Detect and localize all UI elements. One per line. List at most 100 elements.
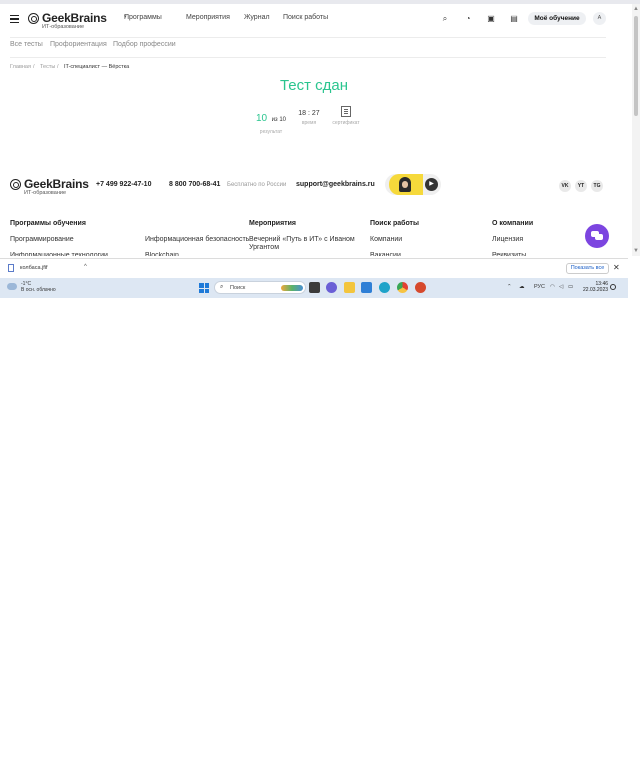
messages-icon[interactable]: ▤ (509, 14, 519, 24)
time-label: время (301, 120, 317, 126)
my-learning-button[interactable]: Моё обучение (528, 12, 586, 25)
youtube-icon[interactable]: YT (575, 180, 587, 192)
breadcrumb-tests[interactable]: Тесты (40, 64, 55, 70)
subnav-divider (10, 57, 606, 58)
taskbar-search[interactable]: ⌕ Поиск (214, 281, 306, 294)
tray-expand-icon[interactable]: ⌃ (507, 284, 512, 290)
footer-logo-subtitle: ИТ-образование (24, 190, 67, 196)
footer-phone-2[interactable]: 8 800 700-68-41 (169, 181, 220, 188)
search-icon: ⌕ (220, 284, 224, 290)
speaker-icon[interactable]: ◁ (559, 284, 563, 290)
footer-jobs-heading: Поиск работы (370, 220, 419, 227)
certificate-label: сертификат (332, 120, 360, 126)
nav-events[interactable]: Мероприятия (186, 14, 230, 21)
onedrive-icon[interactable]: ☁ (519, 284, 525, 290)
play-icon[interactable]: ▶ (425, 178, 438, 191)
taskbar-search-placeholder: Поиск (230, 284, 246, 291)
chevron-up-icon[interactable]: ^ (84, 264, 87, 270)
search-highlight-icon (281, 285, 303, 291)
footer-email[interactable]: support@geekbrains.ru (296, 181, 375, 188)
footer-link-programming[interactable]: Программирование (10, 236, 74, 243)
search-icon[interactable]: ⌕ (440, 14, 450, 24)
footer-link-requisites[interactable]: Реквизиты (492, 252, 526, 256)
breadcrumb-home[interactable]: Главная (10, 64, 31, 70)
bell-icon[interactable]: ◔ (463, 14, 473, 24)
footer-link-it[interactable]: Информационные технологии (10, 252, 108, 256)
subnav-career-guidance[interactable]: Профориентация (50, 41, 107, 48)
clock-date: 22.03.2023 (583, 287, 609, 293)
footer-logo-name: GeekBrains (24, 177, 89, 191)
download-bar: колбаса.jfif ^ Показать все ✕ (0, 258, 628, 277)
download-file-name[interactable]: колбаса.jfif (20, 265, 48, 271)
cloud-icon[interactable] (7, 283, 17, 290)
footer-events-heading: Мероприятия (249, 220, 296, 227)
logo-name: GeekBrains (42, 11, 107, 25)
logo-subtitle: ИТ-образование (42, 24, 85, 30)
weather-text: В осн. облачно (21, 287, 56, 293)
footer-link-infosec[interactable]: Информационная безопасность (145, 236, 249, 243)
footer-link-companies[interactable]: Компании (370, 236, 402, 243)
score-label: результат (259, 129, 283, 135)
certificate-stat[interactable]: сертификат (330, 106, 362, 126)
file-icon (8, 264, 14, 272)
windows-taskbar: -1°C В осн. облачно ⌕ Поиск ⌃ ☁ РУС ◠ ◁ … (0, 278, 628, 298)
vk-icon[interactable]: VK (559, 180, 571, 192)
footer-company-heading: О компании (492, 220, 534, 227)
avatar[interactable]: А (593, 12, 606, 25)
subnav-all-tests[interactable]: Все тесты (10, 41, 43, 48)
chevron-down-icon: ▾ (124, 14, 127, 20)
video-promo[interactable]: ▶ (385, 174, 441, 195)
calendar-icon[interactable]: ▣ (486, 14, 496, 24)
scroll-thumb[interactable] (634, 16, 638, 116)
menu-icon[interactable] (10, 15, 19, 23)
footer-link-event-1-cont[interactable]: Ургантом (249, 244, 279, 251)
chat-icon[interactable] (585, 224, 609, 248)
footer-link-blockchain[interactable]: Blockchain (145, 252, 179, 256)
footer-link-license[interactable]: Лицензия (492, 236, 523, 243)
chrome-icon[interactable] (397, 282, 408, 293)
site-header: GeekBrains ИТ-образование Программы ▾ Ме… (0, 6, 628, 38)
footer-phone-note: Бесплатно по России (227, 182, 287, 188)
video-thumbnail-person (399, 177, 411, 192)
wifi-icon[interactable]: ◠ (550, 284, 555, 290)
breadcrumb-current: IT-специалист — Вёрстка (64, 64, 130, 70)
geekbrains-logo-icon (10, 179, 21, 190)
footer-programs-heading: Программы обучения (10, 220, 86, 227)
time-stat: 18 : 27 время (296, 110, 322, 126)
battery-icon[interactable]: ▭ (568, 284, 573, 290)
show-all-downloads-button[interactable]: Показать все (566, 263, 609, 274)
page-scrollbar[interactable]: ▲ ▼ (632, 4, 640, 256)
browser-top-edge (0, 0, 640, 4)
telegram-icon[interactable]: TG (591, 180, 603, 192)
nav-journal[interactable]: Журнал (244, 14, 270, 21)
footer-link-vacancies[interactable]: Вакансии (370, 252, 401, 256)
weather-widget[interactable]: -1°C В осн. облачно (21, 281, 56, 293)
score-total: из 10 (271, 117, 287, 123)
edge-icon[interactable] (379, 282, 390, 293)
mail-icon[interactable] (361, 282, 372, 293)
file-explorer-icon[interactable] (344, 282, 355, 293)
subnav-profession-match[interactable]: Подбор профессии (113, 41, 176, 48)
chat-app-icon[interactable] (326, 282, 337, 293)
powerpoint-icon[interactable] (415, 282, 426, 293)
breadcrumb-separator: / (33, 64, 35, 70)
geekbrains-logo-icon (28, 13, 39, 24)
score-stat: 10 из 10 результат (254, 108, 288, 135)
language-indicator[interactable]: РУС (534, 284, 545, 290)
footer-phone-1[interactable]: +7 499 922-47-10 (96, 181, 151, 188)
certificate-icon (341, 106, 351, 117)
header-divider (10, 37, 606, 38)
taskbar-clock[interactable]: 13:46 22.03.2023 (583, 281, 608, 293)
footer-link-event-1[interactable]: Вечерний «Путь в ИТ» с Иваном (249, 236, 355, 243)
notification-icon[interactable] (610, 284, 616, 290)
breadcrumb-separator: / (57, 64, 59, 70)
task-view-icon[interactable] (309, 282, 320, 293)
nav-job-search[interactable]: Поиск работы (283, 14, 328, 21)
windows-start-icon[interactable] (199, 283, 209, 293)
scroll-up-icon[interactable]: ▲ (633, 6, 639, 12)
scroll-down-icon[interactable]: ▼ (633, 248, 639, 254)
score-value: 10 (255, 113, 268, 124)
close-icon[interactable]: ✕ (613, 263, 620, 272)
time-value: 18 : 27 (298, 110, 320, 117)
browser-window: GeekBrains ИТ-образование Программы ▾ Ме… (0, 0, 640, 300)
